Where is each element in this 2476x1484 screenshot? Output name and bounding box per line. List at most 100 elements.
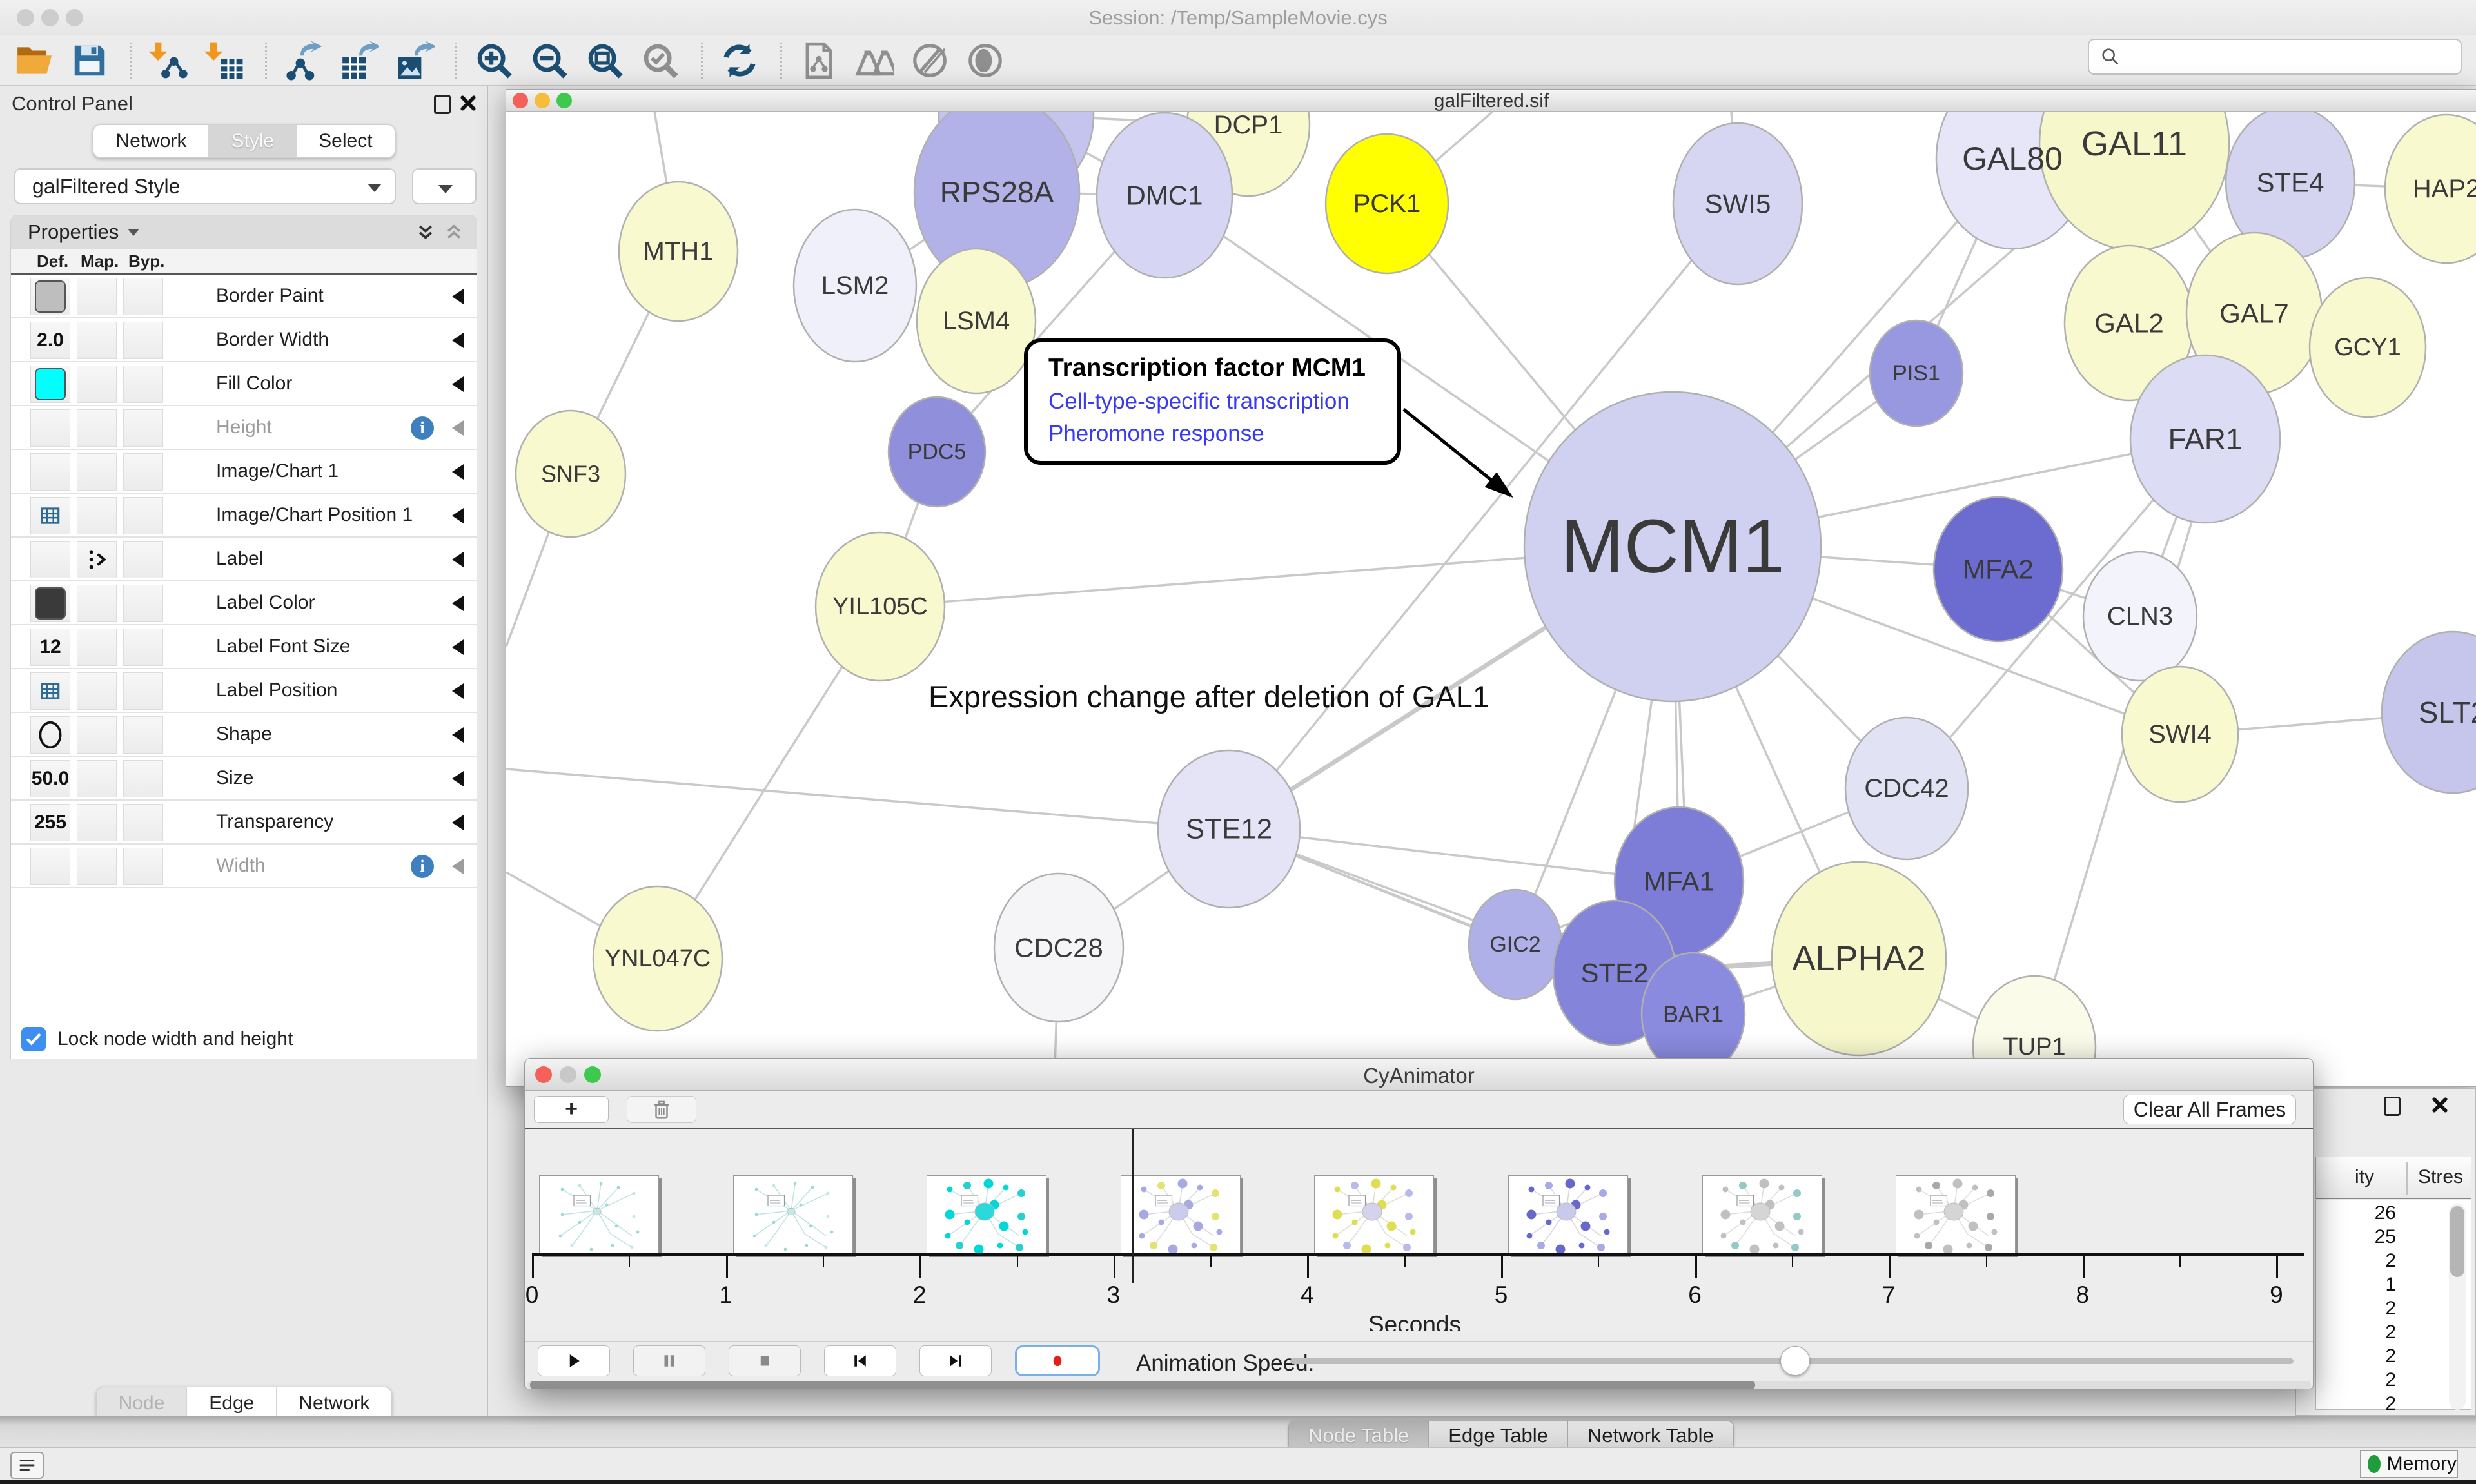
property-row-label[interactable]: Label — [11, 538, 477, 581]
annotation-link[interactable]: Pheromone response — [1048, 421, 1397, 447]
table-cell[interactable]: 2 — [2332, 1393, 2396, 1415]
import-network-icon[interactable] — [149, 41, 189, 81]
default-swatch[interactable] — [35, 280, 66, 313]
expand-all-icon[interactable] — [416, 223, 435, 242]
tab-style[interactable]: Style — [209, 125, 297, 157]
zoom-in-icon[interactable] — [474, 41, 514, 81]
default-cell[interactable]: 50.0 — [30, 760, 70, 797]
play-button[interactable] — [538, 1345, 610, 1376]
mapping-cell[interactable] — [77, 453, 117, 491]
collapse-row-icon[interactable] — [452, 727, 464, 743]
default-cell[interactable] — [30, 716, 70, 754]
keyframe-thumbnail-0[interactable] — [539, 1175, 659, 1254]
mapping-cell[interactable] — [77, 278, 117, 315]
lock-node-size-checkbox[interactable] — [21, 1027, 46, 1051]
cyanimator-titlebar[interactable]: CyAnimator — [525, 1059, 2313, 1091]
export-network-icon[interactable] — [284, 41, 324, 81]
property-row-border-paint[interactable]: Border Paint — [11, 275, 477, 318]
pause-button[interactable] — [633, 1345, 705, 1376]
animation-speed-slider[interactable] — [1290, 1358, 2294, 1364]
bypass-cell[interactable] — [123, 278, 163, 315]
annotation-box[interactable]: Transcription factor MCM1 Cell-type-spec… — [1024, 338, 1401, 465]
default-value[interactable]: 255 — [34, 812, 66, 834]
network-doc-icon[interactable] — [799, 41, 839, 81]
float-panel-icon[interactable] — [2384, 1097, 2401, 1116]
default-cell[interactable] — [30, 409, 70, 447]
show-details-icon[interactable] — [965, 41, 1005, 81]
bypass-cell[interactable] — [123, 804, 163, 841]
tab-edge-table[interactable]: Edge Table — [1429, 1421, 1568, 1450]
zoom-selected-icon[interactable] — [640, 41, 680, 81]
mapping-cell[interactable] — [77, 672, 117, 710]
collapse-row-icon[interactable] — [452, 596, 464, 611]
table-cell[interactable]: 2 — [2332, 1369, 2396, 1391]
default-swatch[interactable] — [35, 368, 66, 400]
tab-network-table[interactable]: Network Table — [1568, 1421, 1733, 1450]
table-cell[interactable]: 2 — [2332, 1322, 2396, 1343]
table-cell[interactable]: 1 — [2332, 1274, 2396, 1296]
collapse-all-icon[interactable] — [444, 223, 464, 242]
keyframe-thumbnail-1[interactable] — [733, 1175, 853, 1254]
collapse-row-icon[interactable] — [452, 333, 464, 348]
search-box[interactable] — [2088, 39, 2462, 75]
property-row-label-font-size[interactable]: 12Label Font Size — [11, 625, 477, 669]
mapping-cell[interactable] — [77, 804, 117, 841]
default-cell[interactable]: 12 — [30, 629, 70, 666]
mapping-cell[interactable] — [77, 322, 117, 359]
memory-button[interactable]: Memory — [2360, 1450, 2458, 1478]
bypass-cell[interactable] — [123, 672, 163, 710]
search-input[interactable] — [2121, 44, 2461, 70]
bypass-cell[interactable] — [123, 716, 163, 754]
table-cell[interactable]: 25 — [2332, 1226, 2396, 1248]
mapping-cell[interactable] — [77, 585, 117, 622]
save-session-icon[interactable] — [70, 41, 110, 81]
mapping-cell[interactable] — [77, 716, 117, 754]
skip-start-button[interactable] — [824, 1345, 896, 1376]
tab-select[interactable]: Select — [297, 125, 394, 157]
default-cell[interactable] — [30, 366, 70, 403]
property-row-label-color[interactable]: Label Color — [11, 581, 477, 625]
mapping-cell[interactable] — [77, 760, 117, 797]
mapping-cell[interactable] — [77, 848, 117, 885]
mapping-cell[interactable] — [77, 497, 117, 534]
import-table-icon[interactable] — [204, 41, 244, 81]
network-graph[interactable]: DCP1RPS28ADMC1PCK1SWI5GAL80GAL11STE4HAP2… — [506, 112, 2476, 1086]
bypass-cell[interactable] — [123, 453, 163, 491]
mapping-cell[interactable] — [77, 629, 117, 666]
property-row-height[interactable]: Heighti — [11, 406, 477, 450]
collapse-row-icon[interactable] — [452, 376, 464, 392]
collapse-row-icon[interactable] — [452, 859, 464, 874]
network-window-titlebar[interactable]: galFiltered.sif — [506, 90, 2476, 112]
close-panel-icon[interactable] — [2430, 1095, 2450, 1115]
export-table-icon[interactable] — [339, 41, 379, 81]
style-options-button[interactable] — [412, 168, 477, 204]
default-swatch[interactable] — [35, 587, 66, 620]
table-scrollbar[interactable] — [2449, 1204, 2466, 1410]
bypass-cell[interactable] — [123, 409, 163, 447]
bypass-cell[interactable] — [123, 585, 163, 622]
collapse-row-icon[interactable] — [452, 815, 464, 830]
property-row-image-chart-1[interactable]: Image/Chart 1 — [11, 450, 477, 494]
default-cell[interactable] — [30, 497, 70, 534]
hide-details-icon[interactable] — [910, 41, 950, 81]
bypass-cell[interactable] — [123, 322, 163, 359]
default-value[interactable]: 50.0 — [32, 768, 69, 790]
property-row-transparency[interactable]: 255Transparency — [11, 801, 477, 845]
property-row-size[interactable]: 50.0Size — [11, 757, 477, 801]
bypass-cell[interactable] — [123, 760, 163, 797]
mapping-cell[interactable] — [77, 541, 117, 578]
keyframe-thumbnail-2[interactable] — [927, 1175, 1046, 1254]
bypass-cell[interactable] — [123, 541, 163, 578]
table-header-row[interactable]: ity Stres — [2315, 1157, 2471, 1199]
tab-network[interactable]: Network — [93, 125, 209, 157]
open-session-icon[interactable] — [14, 41, 54, 81]
property-row-label-position[interactable]: Label Position — [11, 669, 477, 713]
bypass-cell[interactable] — [123, 629, 163, 666]
default-cell[interactable]: 2.0 — [30, 322, 70, 359]
table-body[interactable]: 26252122222 — [2315, 1200, 2471, 1410]
default-value[interactable]: 12 — [39, 636, 61, 658]
collapse-row-icon[interactable] — [452, 639, 464, 655]
default-cell[interactable] — [30, 585, 70, 622]
task-history-button[interactable] — [10, 1452, 44, 1479]
network-canvas[interactable]: DCP1RPS28ADMC1PCK1SWI5GAL80GAL11STE4HAP2… — [506, 112, 2476, 1086]
